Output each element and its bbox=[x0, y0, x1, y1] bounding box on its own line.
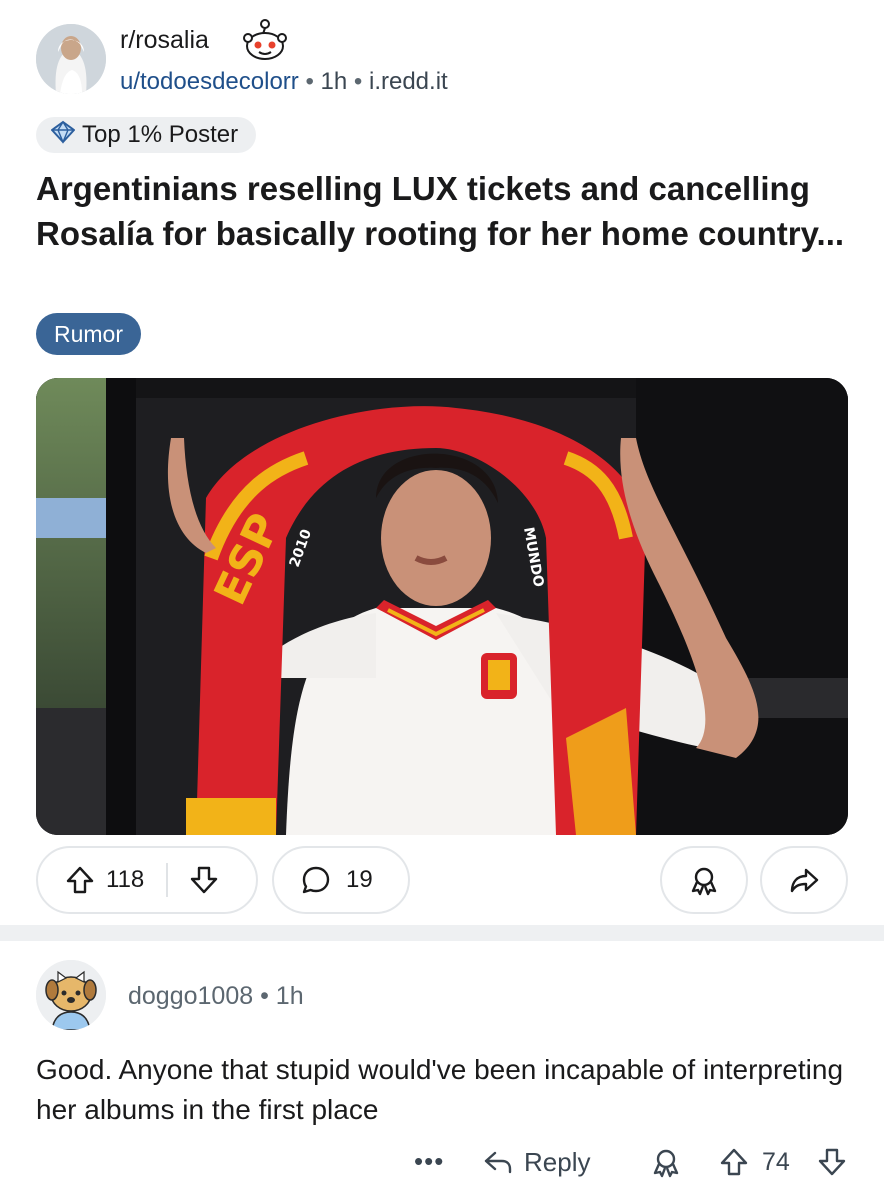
post-author[interactable]: u/todoesdecolorr bbox=[120, 68, 299, 95]
section-divider bbox=[0, 925, 884, 941]
share-button[interactable] bbox=[760, 846, 848, 914]
comment-score: 74 bbox=[762, 1148, 790, 1176]
author-flair: Top 1% Poster bbox=[36, 117, 257, 153]
comment-author[interactable]: doggo1008 bbox=[128, 982, 253, 1010]
downvote-icon[interactable] bbox=[816, 1146, 848, 1178]
subreddit-name[interactable]: r/rosalia bbox=[120, 26, 209, 55]
upvote-icon[interactable] bbox=[64, 864, 96, 896]
comment-meta: doggo1008 • 1h bbox=[128, 982, 304, 1011]
reply-button[interactable]: Reply bbox=[482, 1146, 590, 1178]
post-flair[interactable]: Rumor bbox=[36, 313, 142, 355]
author-flair-label: Top 1% Poster bbox=[82, 121, 239, 148]
post-time: 1h bbox=[320, 68, 348, 95]
comment-actions: ••• Reply 74 bbox=[0, 1142, 884, 1186]
share-icon bbox=[788, 864, 820, 896]
comment-count: 19 bbox=[346, 866, 373, 893]
post-card: r/rosalia u/todoesdecolorr • 1h • i.redd… bbox=[0, 0, 884, 925]
meta-separator: • bbox=[260, 982, 276, 1010]
comment-time: 1h bbox=[275, 982, 304, 1010]
award-button[interactable] bbox=[660, 846, 748, 914]
post-image[interactable]: ESP 2010 MUNDO bbox=[36, 378, 848, 835]
vote-bar: 118 bbox=[36, 846, 258, 914]
comment-icon bbox=[300, 864, 332, 896]
post-title[interactable]: Argentinians reselling LUX tickets and c… bbox=[36, 166, 848, 256]
post-meta: u/todoesdecolorr • 1h • i.redd.it bbox=[120, 68, 448, 96]
award-icon[interactable] bbox=[650, 1146, 682, 1178]
downvote-icon[interactable] bbox=[188, 864, 220, 896]
commenter-avatar[interactable] bbox=[36, 960, 106, 1030]
snoo-icon bbox=[240, 18, 290, 62]
badge-icon bbox=[50, 120, 76, 151]
reply-icon bbox=[482, 1146, 514, 1178]
more-options-button[interactable]: ••• bbox=[414, 1146, 444, 1177]
meta-separator: • bbox=[353, 68, 369, 95]
post-score: 118 bbox=[106, 866, 145, 893]
subreddit-avatar[interactable] bbox=[36, 24, 106, 94]
upvote-icon[interactable] bbox=[718, 1146, 750, 1178]
vote-divider bbox=[166, 863, 169, 897]
meta-separator: • bbox=[305, 68, 321, 95]
award-icon bbox=[688, 864, 720, 896]
post-domain[interactable]: i.redd.it bbox=[369, 68, 448, 95]
comments-button[interactable]: 19 bbox=[272, 846, 410, 914]
comment-body: Good. Anyone that stupid would've been i… bbox=[36, 1054, 844, 1125]
reply-label: Reply bbox=[524, 1146, 591, 1177]
